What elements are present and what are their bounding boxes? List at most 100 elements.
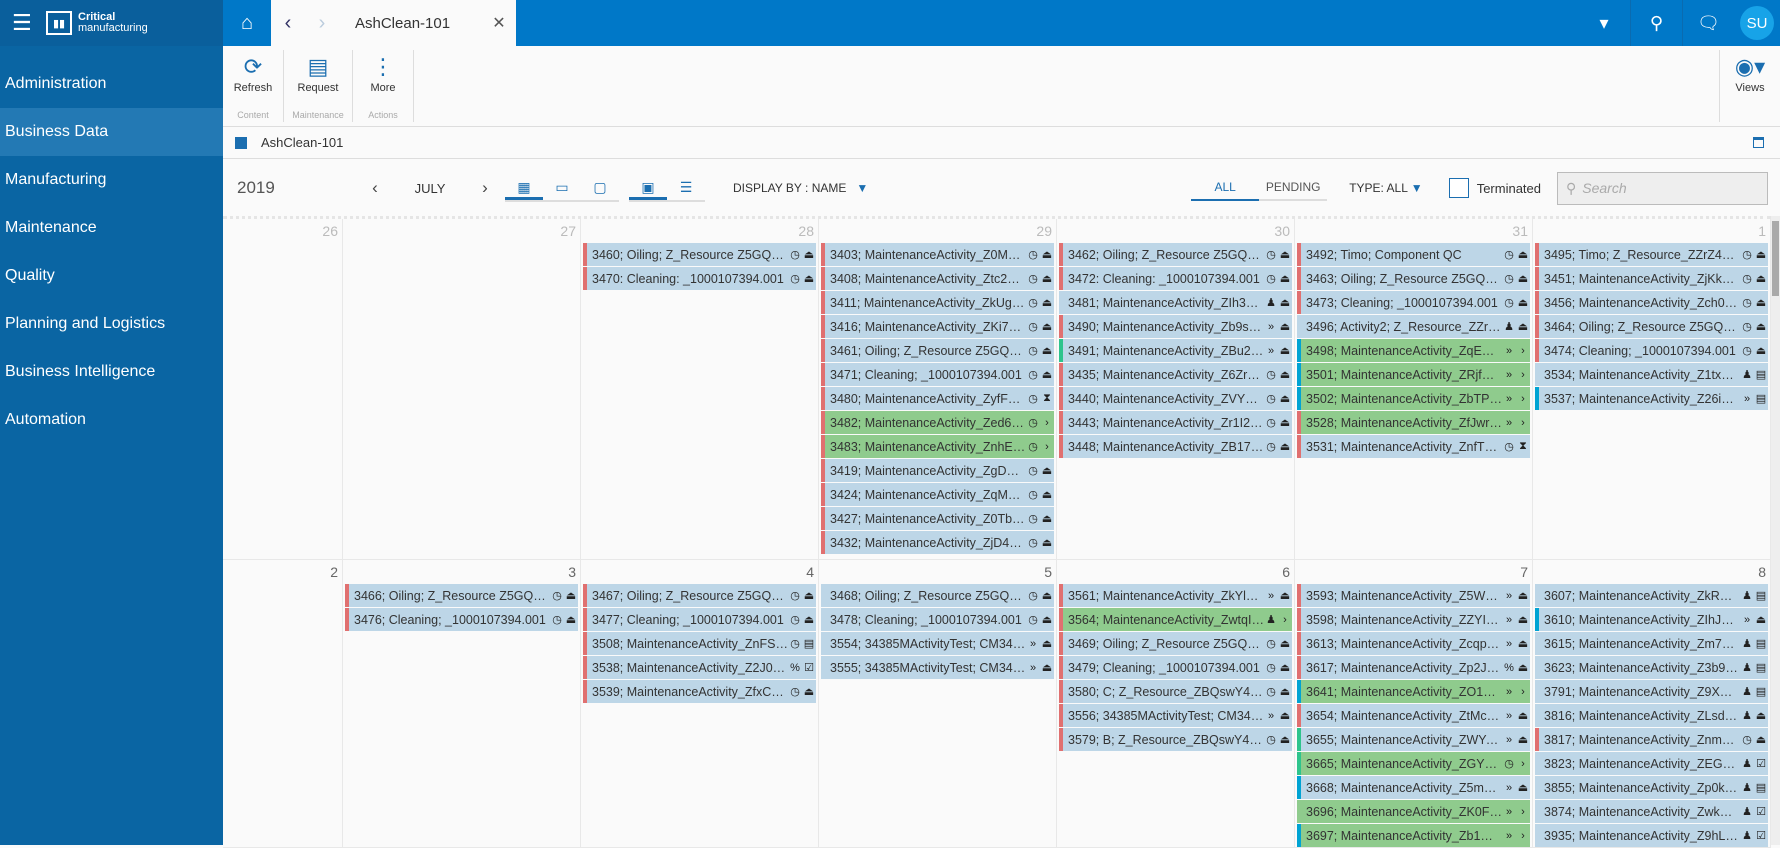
day-cell[interactable]: 83607; MaintenanceActivity_ZkRXst01x...♟… bbox=[1533, 560, 1771, 847]
calendar-event[interactable]: 3474; Cleaning; _1000107394.001 ◷ ⏏ bbox=[1535, 339, 1768, 362]
refresh-button[interactable]: ⟳ Refresh bbox=[231, 50, 275, 94]
list-view-icon[interactable]: ☰ bbox=[667, 174, 705, 200]
calendar-event[interactable]: 3593; MaintenanceActivity_Z5WCjpD3...» ⏏ bbox=[1297, 584, 1530, 607]
day-cell[interactable]: 73593; MaintenanceActivity_Z5WCjpD3...»⏏… bbox=[1295, 560, 1533, 847]
sidebar-item-administration[interactable]: Administration bbox=[0, 60, 223, 108]
calendar-event[interactable]: 3579; B; Z_Resource_ZBQswY4m0riRbj...◷⏏ bbox=[1059, 728, 1292, 751]
chat-icon[interactable]: 🗨 bbox=[1682, 0, 1734, 46]
request-button[interactable]: ▤ Request bbox=[292, 50, 344, 94]
day-cell[interactable]: 28 3460; Oiling; Z_Resource Z5GQkkWOn...◷… bbox=[581, 219, 819, 559]
calendar-event[interactable]: 3443; MaintenanceActivity_Zr1I2OIRd...◷⏏ bbox=[1059, 411, 1292, 434]
display-by-dropdown[interactable]: DISPLAY BY : NAME ▼ bbox=[733, 181, 868, 195]
brand-logo[interactable]: Critical manufacturing bbox=[78, 12, 148, 34]
sidebar-item-manufacturing[interactable]: Manufacturing bbox=[0, 156, 223, 204]
filter-pending-tab[interactable]: PENDING bbox=[1259, 175, 1328, 201]
calendar-event[interactable]: 3435; MaintenanceActivity_Z6ZroGwU...◷⏏ bbox=[1059, 363, 1292, 386]
calendar-event[interactable]: 3451; MaintenanceActivity_ZjKkEtZ5mj...◷… bbox=[1535, 267, 1768, 290]
terminated-checkbox[interactable] bbox=[1448, 178, 1469, 198]
calendar-event[interactable]: 3501; MaintenanceActivity_ZRjfMS0Tt...» › bbox=[1297, 363, 1530, 386]
sidebar-item-maintenance[interactable]: Maintenance bbox=[0, 204, 223, 252]
month-view-icon[interactable]: ▦ bbox=[505, 174, 543, 200]
calendar-event[interactable]: 3668; MaintenanceActivity_Z5mxTBS6...» ⏏ bbox=[1297, 776, 1530, 799]
calendar-view-icon[interactable]: ▣ bbox=[629, 174, 667, 200]
day-cell[interactable]: 2 bbox=[223, 560, 343, 847]
calendar-event[interactable]: 3462; Oiling; Z_Resource Z5GQkkWOn...◷⏏ bbox=[1059, 243, 1292, 266]
calendar-event[interactable]: 3823; MaintenanceActivity_ZEG3a51v...♟ ☑ bbox=[1535, 752, 1768, 775]
calendar-event[interactable]: 3468; Oiling; Z_Resource Z5GQkkWOn...◷⏏ bbox=[821, 584, 1054, 607]
calendar-panel-icon[interactable] bbox=[1753, 137, 1764, 148]
calendar-event[interactable]: 3473; Cleaning; _1000107394.001 ◷ ⏏ bbox=[1297, 291, 1530, 314]
avatar[interactable]: SU bbox=[1740, 6, 1774, 40]
calendar-event[interactable]: 3665; MaintenanceActivity_ZGY9Ou3D...◷ › bbox=[1297, 752, 1530, 775]
type-dropdown[interactable]: TYPE: ALL ▼ bbox=[1349, 181, 1423, 195]
calendar-event[interactable]: 3617; MaintenanceActivity_Zp2JYPVX2J...%… bbox=[1297, 656, 1530, 679]
calendar-event[interactable]: 3598; MaintenanceActivity_ZZYIwPATP...» ⏏ bbox=[1297, 608, 1530, 631]
calendar-event[interactable]: 3531; MaintenanceActivity_ZnfTUK3M...◷ ⧗ bbox=[1297, 435, 1530, 458]
sidebar-item-automation[interactable]: Automation bbox=[0, 396, 223, 444]
calendar-event[interactable]: 3655; MaintenanceActivity_ZWYAhFo6...» ⏏ bbox=[1297, 728, 1530, 751]
calendar-event[interactable]: 3561; MaintenanceActivity_ZkYl7mrXr...» ⏏ bbox=[1059, 584, 1292, 607]
calendar-event[interactable]: 3476; Cleaning; _1000107394.001 ◷ ⏏ bbox=[345, 608, 578, 631]
day-cell[interactable]: 3 3466; Oiling; Z_Resource Z5GQkkWOn...◷⏏… bbox=[343, 560, 581, 847]
calendar-event[interactable]: 3623; MaintenanceActivity_Z3b98b6ZR...♟▤ bbox=[1535, 656, 1768, 679]
day-cell[interactable]: 303462; Oiling; Z_Resource Z5GQkkWOn...◷… bbox=[1057, 219, 1295, 559]
day-cell[interactable]: 53468; Oiling; Z_Resource Z5GQkkWOn...◷⏏… bbox=[819, 560, 1057, 847]
calendar-event[interactable]: 3613; MaintenanceActivity_ZcqpGLT6z...» ⏏ bbox=[1297, 632, 1530, 655]
calendar-event[interactable]: 3538; MaintenanceActivity_Z2J0Qj9SK...% ☑ bbox=[583, 656, 816, 679]
calendar-event[interactable]: 3539; MaintenanceActivity_ZfxCe0Adk...◷⏏ bbox=[583, 680, 816, 703]
calendar-event[interactable]: 3419; MaintenanceActivity_ZgDQ1cRB...◷⏏ bbox=[821, 459, 1054, 482]
calendar-event[interactable]: 3696; MaintenanceActivity_ZK0FDiEb3...» › bbox=[1297, 800, 1530, 823]
calendar-event[interactable]: 3416; MaintenanceActivity_ZKi7cmgVP...◷⏏ bbox=[821, 315, 1054, 338]
calendar-event[interactable]: 3498; MaintenanceActivity_ZqEUedplf...» › bbox=[1297, 339, 1530, 362]
scrollbar-thumb[interactable] bbox=[1772, 221, 1779, 296]
calendar-event[interactable]: 3471; Cleaning; _1000107394.001 ◷ ⏏ bbox=[821, 363, 1054, 386]
calendar-event[interactable]: 3554; 34385MActivityTest; CM34385_R...» ⏏ bbox=[821, 632, 1054, 655]
calendar-event[interactable]: 3607; MaintenanceActivity_ZkRXst01x...♟▤ bbox=[1535, 584, 1768, 607]
more-button[interactable]: ⋮ More bbox=[361, 50, 405, 94]
day-view-icon[interactable]: ▢ bbox=[581, 174, 619, 200]
day-cell[interactable]: 27 bbox=[343, 219, 581, 559]
calendar-event[interactable]: 3508; MaintenanceActivity_ZnFSVVVfjT...◷… bbox=[583, 632, 816, 655]
calendar-event[interactable]: 3427; MaintenanceActivity_Z0TbYPqEy...◷⏏ bbox=[821, 507, 1054, 530]
calendar-event[interactable]: 3432; MaintenanceActivity_ZjD4A4Cxa...◷⏏ bbox=[821, 531, 1054, 554]
calendar-event[interactable]: 3408; MaintenanceActivity_Ztc2uKFak...◷⏏ bbox=[821, 267, 1054, 290]
calendar-event[interactable]: 3411; MaintenanceActivity_ZkUgwpaYi...◷⏏ bbox=[821, 291, 1054, 314]
sidebar-item-planning-and-logistics[interactable]: Planning and Logistics bbox=[0, 300, 223, 348]
day-cell[interactable]: 13495; Timo; Z_Resource_ZZrZ4ZwDNC...◷⏏3… bbox=[1533, 219, 1771, 559]
calendar-event[interactable]: 3482; MaintenanceActivity_Zed6lmUCl...◷ › bbox=[821, 411, 1054, 434]
forward-arrow-icon[interactable]: › bbox=[305, 12, 339, 35]
calendar-event[interactable]: 3481; MaintenanceActivity_ZIh3w9yCC...♟⏏ bbox=[1059, 291, 1292, 314]
calendar-event[interactable]: 3528; MaintenanceActivity_ZfJwrVqhq...» › bbox=[1297, 411, 1530, 434]
day-cell[interactable]: 63561; MaintenanceActivity_ZkYl7mrXr...»… bbox=[1057, 560, 1295, 847]
calendar-event[interactable]: 3463; Oiling; Z_Resource Z5GQkkWOn...◷⏏ bbox=[1297, 267, 1530, 290]
calendar-event[interactable]: 3816; MaintenanceActivity_ZLsdQ1nl ♟ ⏏ bbox=[1535, 704, 1768, 727]
calendar-event[interactable]: 3480; MaintenanceActivity_ZyfF3Xcba...◷ ⧗ bbox=[821, 387, 1054, 410]
calendar-event[interactable]: 3464; Oiling; Z_Resource Z5GQkkWOn...◷⏏ bbox=[1535, 315, 1768, 338]
hamburger-menu-icon[interactable]: ☰ bbox=[12, 10, 46, 36]
calendar-event[interactable]: 3470: Cleaning: _1000107394.001 ◷ ⏏ bbox=[583, 267, 816, 290]
calendar-event[interactable]: 3467; Oiling; Z_Resource Z5GQkkWOn...◷⏏ bbox=[583, 584, 816, 607]
calendar-event[interactable]: 3466; Oiling; Z_Resource Z5GQkkWOn...◷⏏ bbox=[345, 584, 578, 607]
calendar-event[interactable]: 3483; MaintenanceActivity_ZnhEJ7mb...◷ › bbox=[821, 435, 1054, 458]
calendar-event[interactable]: 3479; Cleaning; _1000107394.001 ◷ ⏏ bbox=[1059, 656, 1292, 679]
calendar-event[interactable]: 3791; MaintenanceActivity_Z9XAUm25...♟▤ bbox=[1535, 680, 1768, 703]
sidebar-item-business-intelligence[interactable]: Business Intelligence bbox=[0, 348, 223, 396]
search-icon[interactable]: ⚲ bbox=[1630, 0, 1682, 46]
calendar-event[interactable]: 3440; MaintenanceActivity_ZVYYSP0vy...◷⏏ bbox=[1059, 387, 1292, 410]
prev-month-button[interactable]: ‹ bbox=[365, 178, 385, 198]
calendar-event[interactable]: 3697; MaintenanceActivity_Zb1W7JOU...» › bbox=[1297, 824, 1530, 847]
calendar-event[interactable]: 3424; MaintenanceActivity_ZqMYjzA66...◷⏏ bbox=[821, 483, 1054, 506]
next-month-button[interactable]: › bbox=[475, 178, 495, 198]
sidebar-item-quality[interactable]: Quality bbox=[0, 252, 223, 300]
calendar-event[interactable]: 3478; Cleaning; _1000107394.001 ◷ ⏏ bbox=[821, 608, 1054, 631]
calendar-event[interactable]: 3855; MaintenanceActivity_Zp0kxRRJC...♟▤ bbox=[1535, 776, 1768, 799]
calendar-event[interactable]: 3556; 34385MActivityTest; CM34385_R» ⏏ bbox=[1059, 704, 1292, 727]
calendar-event[interactable]: 3874; MaintenanceActivity_ZwkC6HN...♟ ☑ bbox=[1535, 800, 1768, 823]
calendar-event[interactable]: 3580; C; Z_Resource_ZBQswY4m0riRbj...◷⏏ bbox=[1059, 680, 1292, 703]
calendar-event[interactable]: 3564; MaintenanceActivity_ZwtqIIcX2...♟ › bbox=[1059, 608, 1292, 631]
sidebar-item-business-data[interactable]: Business Data bbox=[0, 108, 223, 156]
calendar-event[interactable]: 3491; MaintenanceActivity_ZBu26yocu...» ⏏ bbox=[1059, 339, 1292, 362]
day-cell[interactable]: 43467; Oiling; Z_Resource Z5GQkkWOn...◷⏏… bbox=[581, 560, 819, 847]
scrollbar[interactable] bbox=[1771, 216, 1780, 845]
dropdown-caret-icon[interactable]: ▾ bbox=[1578, 0, 1630, 46]
